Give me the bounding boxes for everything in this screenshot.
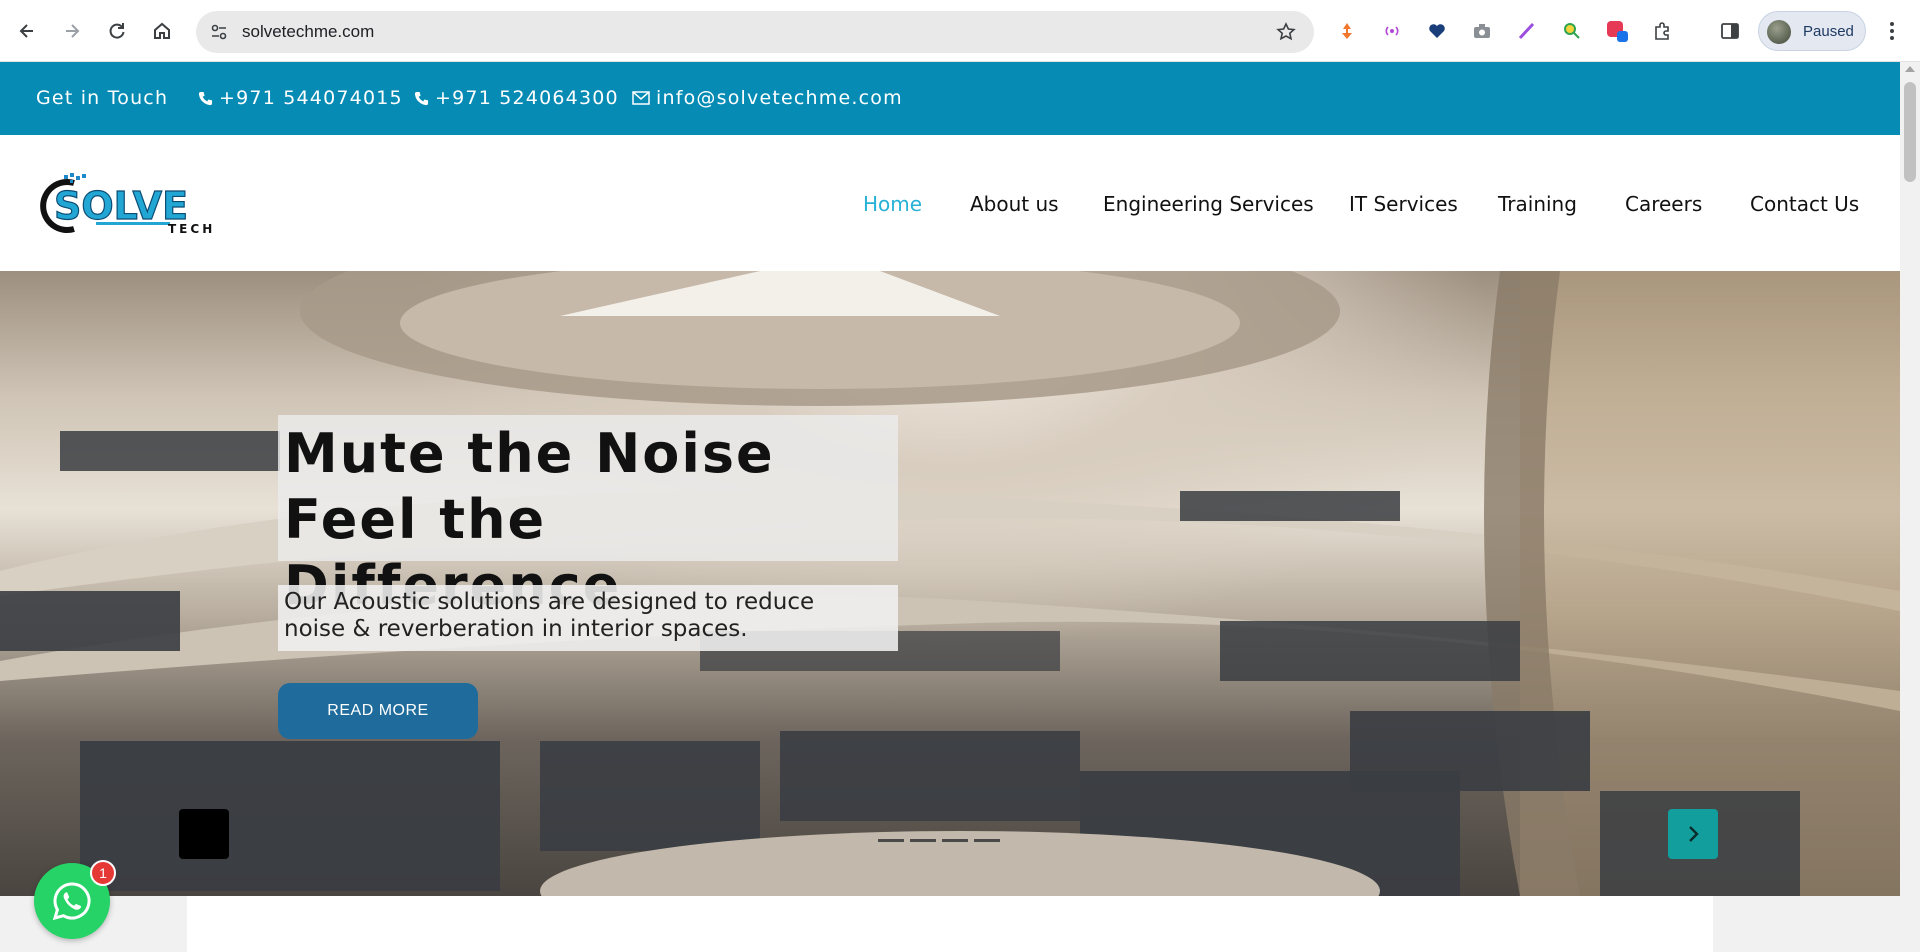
arrow-left-icon <box>19 24 33 38</box>
slider-next-button[interactable] <box>1668 809 1718 859</box>
nav-contact-us[interactable]: Contact Us <box>1750 192 1859 216</box>
phone-link-2[interactable]: +971 524064300 <box>414 87 619 109</box>
extensions-puzzle-icon[interactable] <box>1650 19 1674 43</box>
notification-badge: 1 <box>90 860 116 886</box>
reload-button[interactable] <box>100 14 134 48</box>
content-card <box>187 896 1713 952</box>
forward-button[interactable] <box>55 14 89 48</box>
url-text[interactable]: solvetechme.com <box>242 22 374 42</box>
extension-camera-icon[interactable] <box>1470 19 1494 43</box>
site-info-icon[interactable] <box>206 19 232 45</box>
browser-menu-icon[interactable] <box>1880 17 1904 45</box>
extension-search-icon[interactable] <box>1560 19 1584 43</box>
hero-slider: Mute the Noise Feel the Difference Our A… <box>0 271 1900 896</box>
chevron-right-icon <box>1689 826 1699 842</box>
hero-title-box: Mute the Noise Feel the Difference <box>278 415 898 617</box>
slider-dot[interactable] <box>942 839 968 842</box>
address-bar[interactable]: solvetechme.com <box>196 11 1314 53</box>
side-panel-icon[interactable] <box>1718 19 1742 43</box>
nav-about-us[interactable]: About us <box>970 192 1059 216</box>
scroll-up-icon[interactable] <box>1905 66 1915 72</box>
home-button[interactable] <box>145 14 179 48</box>
contact-bar: Get in Touch +971 544074015 +971 5240643… <box>0 62 1900 135</box>
arrow-right-icon <box>66 24 80 38</box>
extension-red-icon[interactable] <box>1605 19 1629 43</box>
nav-it-services[interactable]: IT Services <box>1349 192 1458 216</box>
phone-icon <box>198 91 213 105</box>
slider-dot[interactable] <box>974 839 1000 842</box>
logo-subtext: TECH <box>168 222 215 236</box>
site-header: SOLVE TECH Home About us Engineering Ser… <box>0 135 1900 271</box>
slider-indicators <box>878 839 1000 842</box>
extension-broadcast-icon[interactable] <box>1380 19 1404 43</box>
whatsapp-icon <box>52 882 91 921</box>
browser-toolbar: solvetechme.com Paused <box>0 0 1920 62</box>
page-scrollbar[interactable] <box>1900 62 1920 952</box>
profile-chip[interactable]: Paused <box>1758 11 1866 51</box>
avatar <box>1767 20 1791 44</box>
extension-orange-icon[interactable] <box>1335 19 1359 43</box>
email-link[interactable]: info@solvetechme.com <box>632 87 903 109</box>
nav-training[interactable]: Training <box>1498 192 1577 216</box>
extension-heart-icon[interactable] <box>1425 19 1449 43</box>
nav-home[interactable]: Home <box>863 192 922 216</box>
reload-icon <box>109 23 125 39</box>
get-in-touch-label: Get in Touch <box>36 87 169 109</box>
back-button[interactable] <box>10 14 44 48</box>
slider-dot[interactable] <box>878 839 904 842</box>
scrollbar-thumb[interactable] <box>1904 82 1916 182</box>
hero-subtitle: Our Acoustic solutions are designed to r… <box>284 589 815 642</box>
mail-icon <box>632 91 650 105</box>
home-icon <box>154 22 170 39</box>
slider-prev-button[interactable] <box>179 809 229 859</box>
content-section <box>0 896 1900 952</box>
slider-dot[interactable] <box>910 839 936 842</box>
phone-link-1[interactable]: +971 544074015 <box>198 87 403 109</box>
bookmark-star-icon[interactable] <box>1274 20 1298 44</box>
read-more-button[interactable]: READ MORE <box>278 683 478 739</box>
profile-status: Paused <box>1803 23 1854 40</box>
nav-careers[interactable]: Careers <box>1625 192 1702 216</box>
phone-icon <box>414 91 429 105</box>
extension-pen-icon[interactable] <box>1515 19 1539 43</box>
site-logo[interactable]: SOLVE TECH <box>40 171 230 241</box>
hero-subtitle-box: Our Acoustic solutions are designed to r… <box>278 585 898 651</box>
nav-engineering-services[interactable]: Engineering Services <box>1103 192 1314 216</box>
